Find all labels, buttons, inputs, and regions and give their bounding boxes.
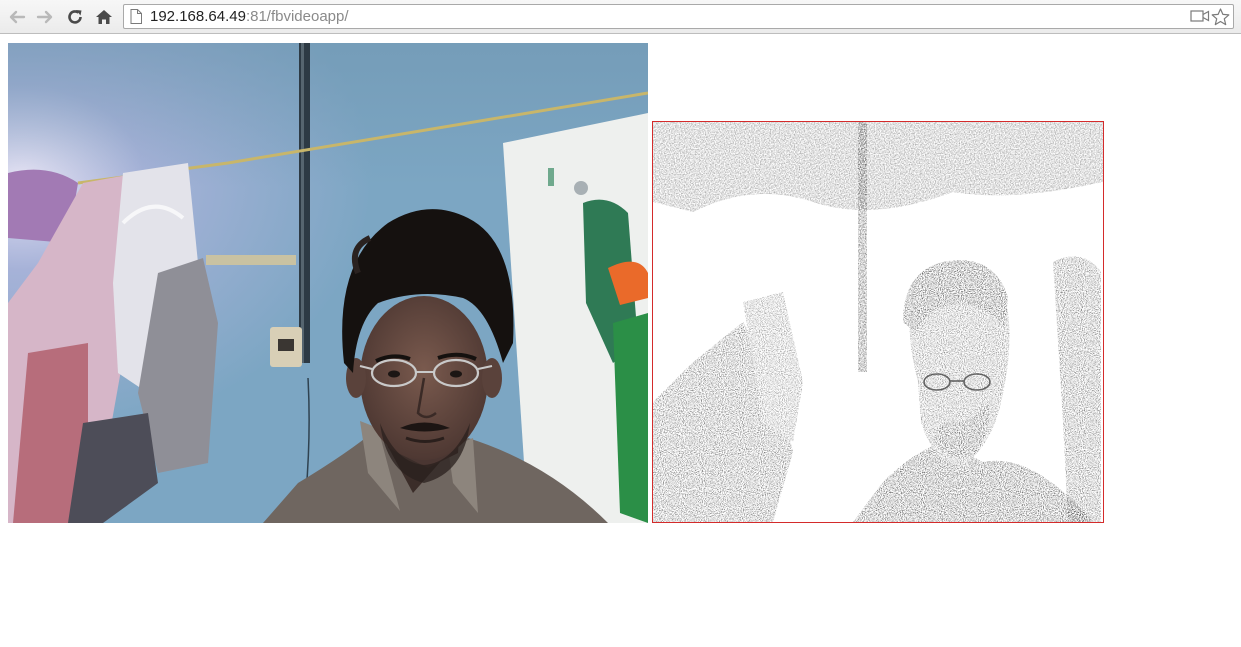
processed-canvas[interactable] bbox=[652, 121, 1104, 523]
forward-arrow-icon bbox=[36, 10, 53, 24]
page-icon bbox=[130, 9, 142, 24]
address-bar[interactable]: 192.168.64.49:81/fbvideoapp/ bbox=[123, 4, 1234, 29]
page-content bbox=[0, 35, 1241, 647]
webcam-video[interactable] bbox=[8, 43, 648, 523]
reload-button[interactable] bbox=[63, 5, 87, 29]
reload-icon bbox=[68, 10, 82, 24]
processed-frame-image bbox=[653, 122, 1103, 522]
home-icon bbox=[96, 10, 112, 24]
url-text[interactable]: 192.168.64.49:81/fbvideoapp/ bbox=[150, 8, 349, 26]
bookmark-star-icon[interactable] bbox=[1211, 8, 1230, 26]
webcam-frame-image bbox=[8, 43, 648, 523]
url-path: :81/fbvideoapp/ bbox=[245, 8, 349, 25]
browser-toolbar: 192.168.64.49:81/fbvideoapp/ bbox=[0, 0, 1241, 34]
back-arrow-icon bbox=[9, 10, 26, 24]
url-host: 192.168.64.49 bbox=[150, 8, 246, 25]
video-camera-icon[interactable] bbox=[1190, 8, 1210, 24]
home-button[interactable] bbox=[92, 5, 116, 29]
forward-button[interactable] bbox=[33, 5, 57, 29]
back-button[interactable] bbox=[5, 5, 29, 29]
